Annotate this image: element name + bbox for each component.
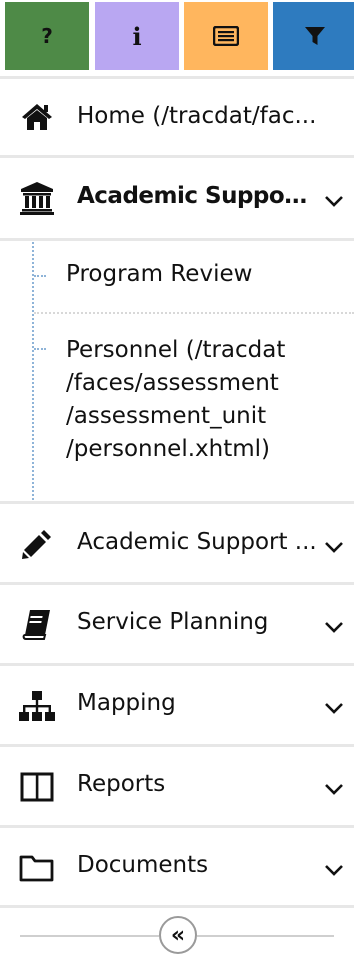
- nav-item-academic-support[interactable]: Academic Support ...: [0, 504, 354, 582]
- columns-icon: [18, 769, 56, 805]
- info-label: i: [132, 21, 142, 51]
- filter-button[interactable]: [273, 2, 354, 70]
- collapse-sidebar-button[interactable]: «: [159, 916, 197, 954]
- pencil-icon: [18, 526, 56, 562]
- tree-branch: [34, 275, 46, 277]
- nav-item-academic-support-unit[interactable]: Academic Support...: [0, 158, 354, 238]
- divider: [0, 238, 354, 241]
- card-list-icon: [213, 26, 239, 46]
- collapse-line: [20, 935, 159, 937]
- nav-item-service-planning[interactable]: Service Planning: [0, 585, 354, 663]
- nav-label-academic-support: Academic Support ...: [77, 529, 317, 555]
- chevron-down-icon[interactable]: [324, 863, 344, 877]
- chevron-down-icon[interactable]: [324, 782, 344, 796]
- sitemap-icon: [18, 688, 56, 724]
- nav-label-documents: Documents: [77, 852, 209, 878]
- book-icon: [18, 607, 56, 643]
- nav-item-reports[interactable]: Reports: [0, 747, 354, 825]
- home-icon: [18, 99, 56, 135]
- tree-branch: [34, 348, 46, 350]
- divider: [0, 905, 354, 908]
- filter-icon: [305, 27, 325, 45]
- help-label: ?: [41, 24, 53, 48]
- folder-icon: [18, 850, 56, 886]
- collapse-line: [197, 935, 334, 937]
- help-button[interactable]: ?: [5, 2, 89, 70]
- sub-item-personnel[interactable]: Personnel (/tracdat /faces/assessment /a…: [66, 334, 351, 466]
- chevron-down-icon[interactable]: [324, 620, 344, 634]
- nav-label-reports: Reports: [77, 771, 166, 797]
- toolbar: ? i: [0, 0, 354, 74]
- nav-label-mapping: Mapping: [77, 690, 176, 716]
- info-button[interactable]: i: [95, 2, 179, 70]
- chevron-down-icon[interactable]: [324, 540, 344, 554]
- sub-item-program-review[interactable]: Program Review: [66, 258, 346, 291]
- card-list-button[interactable]: [184, 2, 268, 70]
- nav-item-home[interactable]: Home (/tracdat/fac...: [0, 79, 354, 155]
- nav-label-academic-support-unit: Academic Support...: [77, 183, 312, 209]
- nav-item-documents[interactable]: Documents: [0, 828, 354, 906]
- chevron-down-icon[interactable]: [324, 701, 344, 715]
- university-icon: [18, 180, 56, 216]
- sub-separator: [34, 312, 354, 314]
- nav-item-mapping[interactable]: Mapping: [0, 666, 354, 744]
- chevron-down-icon[interactable]: [324, 194, 344, 208]
- double-chevron-left-icon: «: [170, 922, 186, 948]
- nav-label-service-planning: Service Planning: [77, 609, 269, 635]
- tree-line: [32, 242, 34, 500]
- nav-label-home: Home (/tracdat/fac...: [77, 103, 317, 129]
